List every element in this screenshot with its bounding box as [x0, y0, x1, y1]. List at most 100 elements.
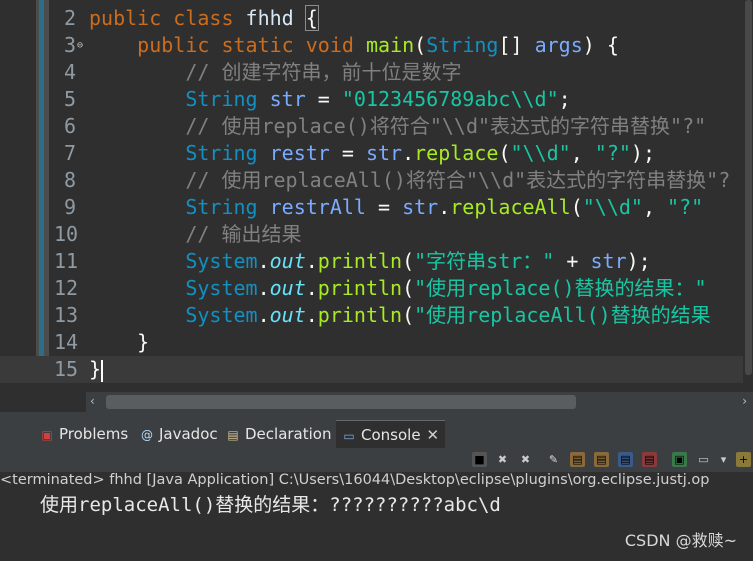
tab-problems[interactable]: ▣ Problems — [40, 420, 128, 448]
code-token: . — [257, 249, 270, 273]
console-output[interactable]: 使用replaceAll()替换的结果：??????????abc\d — [40, 492, 501, 518]
code-line[interactable]: 14 } — [0, 329, 753, 356]
code-line[interactable]: 13 System.out.println("使用replaceAll()替换的… — [0, 302, 753, 329]
word-wrap-icon[interactable]: ▤ — [594, 452, 609, 467]
code-token: String — [185, 141, 270, 165]
code-token: ); — [630, 141, 656, 165]
code-token: . — [438, 195, 451, 219]
scroll-left-arrow-icon[interactable]: ‹ — [90, 394, 95, 408]
code-token: ( — [570, 195, 583, 219]
problems-icon: ▣ — [41, 428, 53, 442]
code-token: "0123456789abc\\d" — [341, 87, 559, 111]
line-number: 5 — [63, 87, 76, 111]
code-line[interactable]: 8 // 使用replaceAll()将符合"\\d"表达式的字符串替换"? — [0, 167, 753, 194]
code-line[interactable]: 5 String str = "0123456789abc\\d"; — [0, 86, 753, 113]
code-line[interactable]: 7 String restr = str.replace("\\d", "?")… — [0, 140, 753, 167]
code-token: public — [89, 6, 174, 30]
code-editor[interactable]: 2 public class fhhd {3 ⊖ public static voi… — [0, 0, 753, 392]
tab-label: Problems — [59, 425, 129, 443]
console-icon: ▭ — [343, 429, 355, 443]
close-icon[interactable]: ✕ — [427, 426, 440, 444]
dropdown-icon[interactable]: ▾ — [716, 452, 731, 467]
tab-console[interactable]: ▭ Console ✕ — [336, 420, 446, 449]
code-token: ); — [626, 249, 651, 273]
code-line[interactable]: 3 ⊖ public static void main(String[] args… — [0, 32, 753, 59]
matching-brace: { — [304, 5, 319, 31]
code-token: main — [365, 33, 415, 57]
code-token: = — [317, 87, 342, 111]
code-token: out — [269, 303, 306, 327]
code-line[interactable]: 4 // 创建字符串，前十位是数字 — [0, 59, 753, 86]
scroll-right-arrow-icon[interactable]: › — [742, 394, 747, 408]
code-line[interactable]: 11 System.out.println("字符串str：" + str); — [0, 248, 753, 275]
code-token: System — [185, 303, 258, 327]
code-token: str — [269, 87, 318, 111]
clear-console-icon[interactable]: ✎ — [546, 452, 561, 467]
code-text: // 使用replace()将符合"\\d"表达式的字符串替换"?" — [89, 113, 706, 140]
javadoc-icon: @ — [141, 428, 153, 442]
code-token: replaceAll — [450, 195, 571, 219]
code-token: args — [534, 33, 583, 57]
code-line[interactable]: 6 // 使用replace()将符合"\\d"表达式的字符串替换"?" — [0, 113, 753, 140]
code-text: String restr = str.replace("\\d", "?"); — [89, 140, 655, 167]
line-number: 11 — [54, 249, 79, 273]
remove-all-terminated-icon[interactable]: ✖ — [518, 452, 533, 467]
code-token: System — [185, 249, 258, 273]
watermark: CSDN @救赎~ — [624, 531, 737, 550]
code-token: out — [269, 249, 306, 273]
scroll-lock-icon[interactable]: ▤ — [570, 452, 585, 467]
tab-declaration[interactable]: ▤ Declaration — [226, 420, 331, 448]
pin-console-icon[interactable]: ▣ — [672, 452, 687, 467]
code-token: // 创建字符串，前十位是数字 — [185, 60, 462, 84]
code-token: System — [185, 276, 258, 300]
code-token: ) { — [582, 33, 619, 57]
fold-toggle-icon[interactable]: ⊖ — [77, 32, 83, 59]
code-line[interactable]: 2 public class fhhd { — [0, 5, 753, 32]
line-number: 10 — [54, 222, 79, 246]
code-token: restr — [269, 141, 342, 165]
code-token: "?" — [667, 195, 704, 219]
code-token: "使用replaceAll()替换的结果 — [414, 303, 711, 327]
line-number: 3 — [63, 33, 76, 57]
line-number: 6 — [63, 114, 76, 138]
line-number: 13 — [54, 303, 79, 327]
editor-horizontal-scrollbar[interactable]: ‹ › — [86, 392, 753, 412]
code-text: } — [89, 356, 104, 383]
code-token: public — [137, 33, 222, 57]
show-console-stderr-icon[interactable]: ▤ — [642, 452, 657, 467]
vertical-scroll-thumb[interactable] — [745, 0, 752, 375]
code-token: println — [317, 276, 403, 300]
editor-vertical-scrollbar[interactable] — [743, 0, 753, 392]
remove-launch-icon[interactable]: ✖ — [495, 452, 510, 467]
code-line[interactable]: 12 System.out.println("使用replace()替换的结果：… — [0, 275, 753, 302]
display-selected-console-icon[interactable]: ▭ — [696, 452, 711, 467]
code-token: . — [305, 303, 318, 327]
code-token: replace — [414, 141, 499, 165]
terminate-icon[interactable]: ■ — [472, 452, 487, 467]
line-number: 15 — [54, 357, 79, 381]
show-console-stdout-icon[interactable]: ▤ — [618, 452, 633, 467]
tab-label: Javadoc — [159, 425, 218, 443]
code-line[interactable]: 9 String restrAll = str.replaceAll("\\d"… — [0, 194, 753, 221]
code-line[interactable]: 15} — [0, 356, 753, 383]
code-text: public static void main(String[] args) { — [89, 32, 619, 59]
code-token: , — [642, 195, 668, 219]
horizontal-scroll-thumb[interactable] — [106, 395, 576, 409]
tab-javadoc[interactable]: @ Javadoc — [140, 420, 218, 448]
code-token: [] — [498, 33, 535, 57]
code-token: . — [257, 276, 270, 300]
code-token: str — [590, 249, 627, 273]
line-number: 4 — [63, 60, 76, 84]
code-line[interactable]: 10 // 输出结果 — [0, 221, 753, 248]
open-console-icon[interactable]: + — [736, 452, 751, 467]
code-text: public class fhhd { — [89, 5, 319, 32]
code-token: String — [185, 87, 270, 111]
code-token: = — [341, 141, 366, 165]
code-token: . — [402, 141, 415, 165]
